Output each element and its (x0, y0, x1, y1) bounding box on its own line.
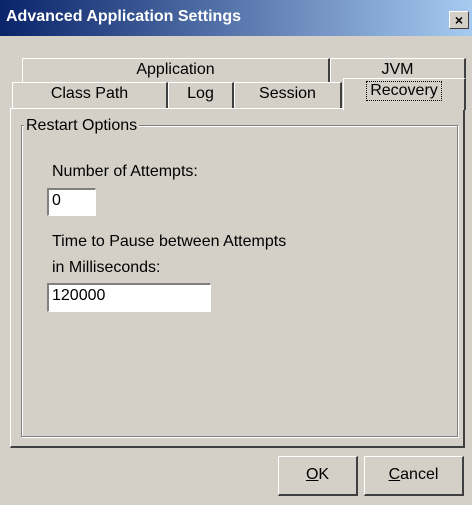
restart-options-label: Restart Options (24, 117, 140, 135)
pause-label-line2: in Milliseconds: (52, 259, 161, 276)
ok-label-rest: K (318, 466, 330, 483)
tab-recovery-label: Recovery (366, 81, 442, 101)
tab-log-label: Log (187, 85, 214, 102)
attempts-input[interactable]: 0 (47, 188, 96, 216)
tab-application[interactable]: Application (22, 58, 330, 82)
cancel-mnemonic: C (388, 466, 401, 483)
ok-button[interactable]: OK (278, 456, 358, 496)
advanced-settings-dialog: Advanced Application Settings × Applicat… (0, 0, 472, 505)
close-icon: × (454, 12, 464, 28)
tab-recovery[interactable]: Recovery (343, 78, 466, 110)
ok-mnemonic: O (305, 466, 319, 483)
pause-label-line1: Time to Pause between Attempts (52, 233, 287, 250)
tab-log[interactable]: Log (168, 82, 234, 109)
tab-application-label: Application (136, 61, 215, 78)
tab-class-path[interactable]: Class Path (12, 82, 168, 109)
tab-session[interactable]: Session (234, 82, 342, 109)
close-button[interactable]: × (449, 11, 469, 29)
attempts-label: Number of Attempts: (52, 163, 198, 180)
cancel-button[interactable]: Cancel (364, 456, 464, 496)
cancel-label-rest: ancel (400, 466, 439, 483)
tab-session-label: Session (259, 85, 316, 102)
tab-class-path-label: Class Path (50, 85, 129, 102)
pause-ms-input[interactable]: 120000 (47, 283, 211, 312)
window-title: Advanced Application Settings (6, 8, 241, 25)
title-bar[interactable]: Advanced Application Settings × (0, 0, 472, 36)
